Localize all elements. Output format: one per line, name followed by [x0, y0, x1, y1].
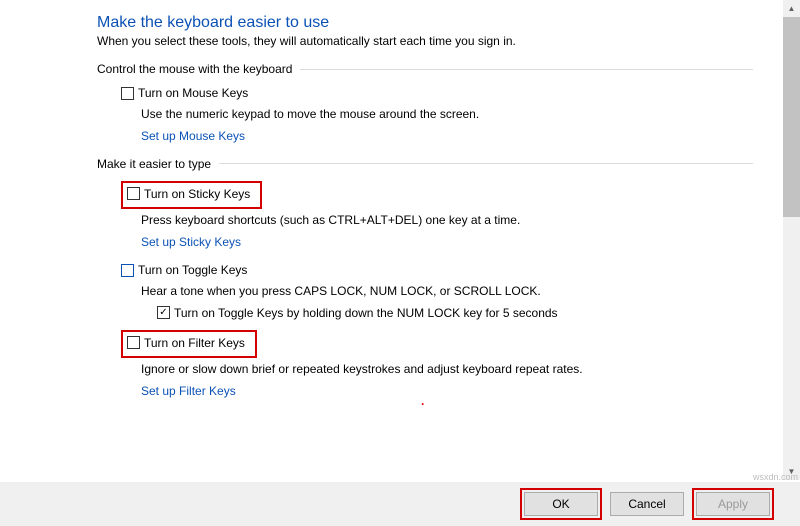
mouse-keys-label: Turn on Mouse Keys	[138, 86, 248, 100]
checkbox-icon	[121, 87, 134, 100]
sticky-keys-label: Turn on Sticky Keys	[144, 187, 250, 201]
toggle-keys-numlock-checkbox[interactable]: Turn on Toggle Keys by holding down the …	[157, 306, 558, 320]
filter-keys-desc: Ignore or slow down brief or repeated ke…	[141, 362, 753, 376]
sticky-keys-desc: Press keyboard shortcuts (such as CTRL+A…	[141, 213, 753, 227]
button-bar: OK Cancel Apply	[0, 481, 800, 526]
group-mouse-header: Control the mouse with the keyboard	[97, 62, 753, 76]
filter-keys-label: Turn on Filter Keys	[144, 336, 245, 350]
vertical-scrollbar[interactable]: ▲ ▼	[783, 0, 800, 480]
sticky-keys-highlight: Turn on Sticky Keys	[121, 181, 262, 210]
group-type-label: Make it easier to type	[97, 157, 211, 171]
ease-of-access-keyboard-window: Make the keyboard easier to use When you…	[0, 0, 800, 526]
ok-button[interactable]: OK	[524, 492, 598, 516]
scroll-up-button[interactable]: ▲	[783, 0, 800, 17]
page-title: Make the keyboard easier to use	[97, 14, 753, 32]
toggle-keys-checkbox[interactable]: Turn on Toggle Keys	[121, 263, 247, 277]
filter-keys-checkbox[interactable]: Turn on Filter Keys	[127, 336, 245, 350]
red-dot-annotation: .	[421, 394, 424, 408]
group-type-header: Make it easier to type	[97, 157, 753, 171]
scroll-area: Make the keyboard easier to use When you…	[0, 0, 783, 494]
mouse-keys-desc: Use the numeric keypad to move the mouse…	[141, 107, 753, 121]
filter-keys-setup-link[interactable]: Set up Filter Keys	[141, 384, 753, 398]
checkbox-icon	[121, 264, 134, 277]
checkbox-checked-icon	[157, 306, 170, 319]
mouse-keys-setup-link[interactable]: Set up Mouse Keys	[141, 129, 753, 143]
cancel-button[interactable]: Cancel	[610, 492, 684, 516]
divider	[300, 69, 753, 70]
apply-button[interactable]: Apply	[696, 492, 770, 516]
content: Make the keyboard easier to use When you…	[0, 14, 783, 398]
sticky-keys-checkbox[interactable]: Turn on Sticky Keys	[127, 187, 250, 201]
apply-highlight: Apply	[692, 488, 774, 520]
toggle-keys-label: Turn on Toggle Keys	[138, 263, 247, 277]
page-subtitle: When you select these tools, they will a…	[97, 34, 753, 48]
toggle-keys-numlock-label: Turn on Toggle Keys by holding down the …	[174, 306, 558, 320]
sticky-keys-setup-link[interactable]: Set up Sticky Keys	[141, 235, 753, 249]
ok-highlight: OK	[520, 488, 602, 520]
checkbox-icon	[127, 187, 140, 200]
mouse-keys-checkbox[interactable]: Turn on Mouse Keys	[121, 86, 248, 100]
group-mouse-label: Control the mouse with the keyboard	[97, 62, 292, 76]
toggle-keys-desc: Hear a tone when you press CAPS LOCK, NU…	[141, 284, 753, 298]
filter-keys-highlight: Turn on Filter Keys	[121, 330, 257, 359]
scroll-thumb[interactable]	[783, 17, 800, 217]
divider	[219, 163, 753, 164]
checkbox-icon	[127, 336, 140, 349]
